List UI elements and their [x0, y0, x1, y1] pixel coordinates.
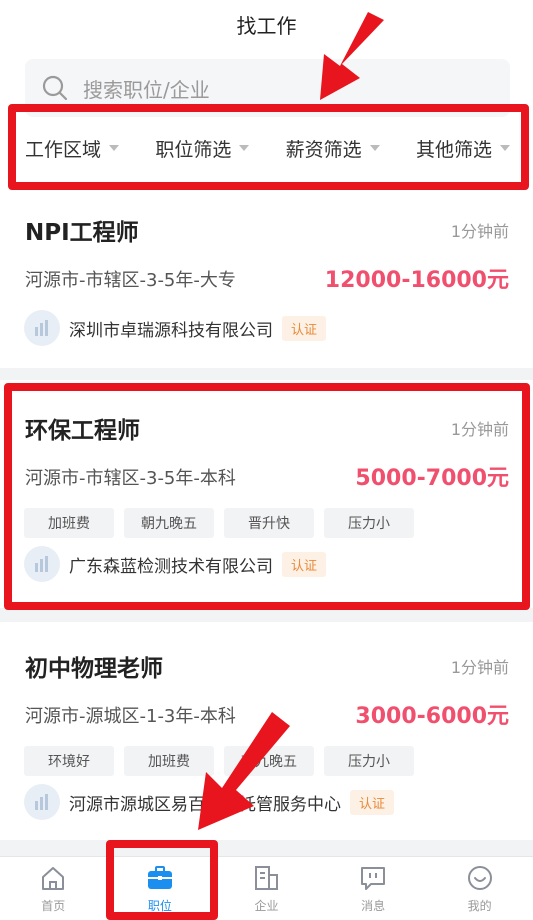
tab-messages[interactable]: 消息: [320, 857, 427, 920]
filter-bar: 工作区域 职位筛选 薪资筛选 其他筛选: [25, 124, 510, 172]
search-icon: [42, 75, 68, 101]
page-title: 找工作: [236, 14, 297, 38]
verified-badge: 认证: [350, 789, 395, 815]
job-tag: 朝九晚五: [224, 746, 314, 776]
top-bar: 找工作 搜索职位/企业 工作区域 职位筛选 薪资筛选 其他筛选: [0, 0, 533, 200]
caret-down-icon: [500, 145, 510, 151]
company-name: 广东森蓝检测技术有限公司: [69, 556, 273, 577]
filter-salary[interactable]: 薪资筛选: [286, 135, 380, 162]
caret-down-icon: [239, 145, 250, 151]
job-tag: 压力小: [324, 746, 414, 776]
company-logo-icon: [24, 310, 60, 346]
job-location: 河源市-市辖区-3-5年-大专: [25, 270, 236, 291]
job-tags: 加班费 朝九晚五 晋升快 压力小: [24, 508, 414, 538]
verified-badge: 认证: [282, 315, 327, 341]
tab-label: 首页: [41, 899, 66, 913]
company-name: 河源市源城区易百学生托管服务中心: [69, 794, 341, 815]
job-salary: 3000-6000元: [355, 704, 509, 729]
filter-work-area[interactable]: 工作区域: [25, 135, 120, 162]
company-logo-icon: [24, 546, 60, 582]
job-card[interactable]: NPI工程师 1分钟前 河源市-市辖区-3-5年-大专 12000-16000元…: [0, 200, 533, 368]
job-tag: 压力小: [324, 508, 414, 538]
filter-label: 薪资筛选: [285, 138, 362, 161]
tab-label: 企业: [254, 899, 279, 913]
search-placeholder: 搜索职位/企业: [83, 77, 210, 102]
job-title: 环保工程师: [25, 418, 140, 444]
home-icon: [42, 867, 65, 890]
job-tag: 环境好: [24, 746, 114, 776]
job-salary: 5000-7000元: [355, 466, 509, 491]
briefcase-icon: [147, 866, 172, 889]
tab-profile[interactable]: 我的: [426, 857, 533, 920]
post-time: 1分钟前: [450, 222, 509, 241]
tab-jobs[interactable]: 职位: [107, 857, 214, 920]
company-logo-icon: [24, 784, 60, 820]
search-bar[interactable]: 搜索职位/企业: [25, 59, 510, 117]
job-title: 初中物理老师: [25, 656, 163, 682]
tab-companies[interactable]: 企业: [213, 857, 320, 920]
filter-other[interactable]: 其他筛选: [416, 135, 510, 162]
caret-down-icon: [369, 145, 380, 151]
job-card[interactable]: 环保工程师 1分钟前 河源市-市辖区-3-5年-本科 5000-7000元 加班…: [0, 380, 533, 608]
verified-badge: 认证: [282, 551, 327, 577]
filter-position[interactable]: 职位筛选: [155, 135, 250, 162]
tab-label: 职位: [147, 899, 172, 913]
filter-label: 职位筛选: [155, 138, 232, 161]
bottom-tab-bar: 首页 职位 企业 消息 我的: [0, 856, 533, 920]
building-icon: [255, 866, 279, 890]
job-card[interactable]: 初中物理老师 1分钟前 河源市-源城区-1-3年-本科 3000-6000元 环…: [0, 622, 533, 840]
post-time: 1分钟前: [450, 420, 509, 439]
tab-label: 我的: [467, 899, 492, 913]
message-icon: [361, 867, 386, 890]
filter-label: 工作区域: [25, 138, 102, 161]
job-tags: 环境好 加班费 朝九晚五 压力小: [24, 746, 414, 776]
job-tag: 加班费: [124, 746, 214, 776]
profile-icon: [467, 866, 492, 890]
job-tag: 朝九晚五: [124, 508, 214, 538]
filter-label: 其他筛选: [415, 138, 492, 161]
job-tag: 加班费: [24, 508, 114, 538]
caret-down-icon: [109, 145, 120, 151]
job-location: 河源市-源城区-1-3年-本科: [25, 706, 236, 727]
post-time: 1分钟前: [450, 658, 509, 677]
job-salary: 12000-16000元: [324, 268, 509, 293]
company-name: 深圳市卓瑞源科技有限公司: [69, 320, 273, 341]
company-row: 河源市源城区易百学生托管服务中心 认证: [24, 784, 395, 820]
tab-label: 消息: [361, 899, 386, 913]
company-row: 广东森蓝检测技术有限公司 认证: [24, 546, 327, 582]
job-location: 河源市-市辖区-3-5年-本科: [25, 468, 236, 489]
company-row: 深圳市卓瑞源科技有限公司 认证: [24, 310, 327, 346]
tab-home[interactable]: 首页: [0, 857, 107, 920]
job-title: NPI工程师: [25, 220, 139, 246]
job-tag: 晋升快: [224, 508, 314, 538]
